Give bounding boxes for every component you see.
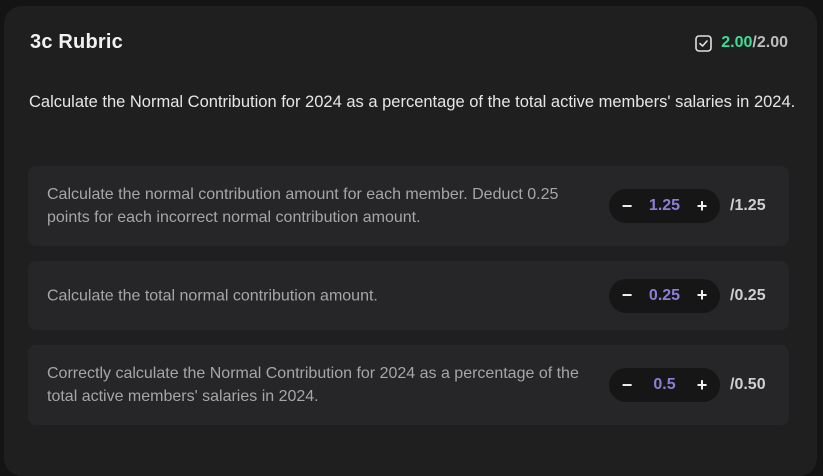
plus-icon[interactable]: + [692, 375, 712, 395]
criterion-text: Correctly calculate the Normal Contribut… [47, 365, 579, 405]
score-max: /2.00 [752, 34, 788, 51]
points-stepper: − 0.5 + [609, 368, 720, 402]
criterion-card: Calculate the normal contribution amount… [28, 166, 789, 246]
criterion-text: Calculate the normal contribution amount… [47, 186, 559, 226]
max-points: /0.50 [730, 376, 766, 393]
points-value[interactable]: 1.25 [637, 197, 692, 215]
total-score: 2.00 /2.00 [695, 34, 788, 52]
rubric-title: 3c Rubric [30, 31, 123, 53]
max-points: /0.25 [730, 286, 766, 304]
criterion-card: Correctly calculate the Normal Contribut… [28, 345, 789, 425]
points-value[interactable]: 0.25 [637, 287, 692, 305]
question-text: Calculate the Normal Contribution for 20… [29, 93, 796, 111]
points-stepper: − 0.25 + [609, 278, 720, 313]
score-earned: 2.00 [721, 34, 753, 51]
plus-icon[interactable]: + [692, 285, 712, 306]
rubric-panel: 3c Rubric 2.00 /2.00 Calculate the Norma… [4, 6, 817, 476]
plus-icon[interactable]: + [692, 196, 712, 216]
criterion-text: Calculate the total normal contribution … [47, 287, 378, 304]
minus-icon[interactable]: − [617, 285, 637, 306]
points-stepper: − 1.25 + [609, 189, 720, 223]
points-value[interactable]: 0.5 [637, 376, 692, 394]
minus-icon[interactable]: − [617, 196, 637, 216]
max-points: /1.25 [730, 197, 766, 214]
checkbox-check-icon [695, 34, 713, 52]
criterion-card: Calculate the total normal contribution … [28, 261, 789, 330]
minus-icon[interactable]: − [617, 375, 637, 395]
